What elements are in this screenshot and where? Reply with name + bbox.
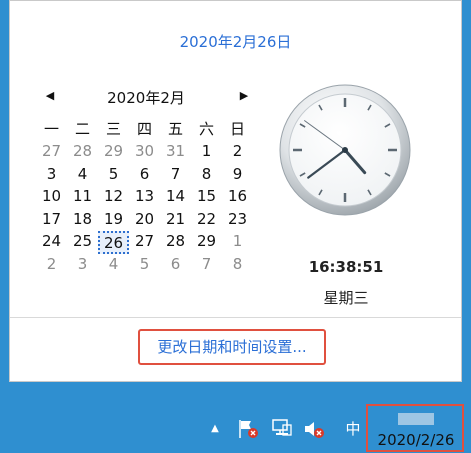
show-hidden-icons-icon[interactable]: ▲ bbox=[208, 423, 222, 435]
calendar-day[interactable]: 7 bbox=[191, 254, 222, 277]
calendar-day[interactable]: 25 bbox=[67, 231, 98, 254]
calendar-day[interactable]: 23 bbox=[222, 209, 253, 232]
calendar-day[interactable]: 18 bbox=[67, 209, 98, 232]
analog-clock bbox=[279, 84, 411, 216]
action-center-flag-icon[interactable] bbox=[236, 417, 260, 441]
calendar-day[interactable]: 27 bbox=[36, 141, 67, 164]
full-date-link[interactable]: 2020年2月26日 bbox=[10, 31, 461, 52]
window-frame-right bbox=[462, 0, 471, 402]
calendar-day[interactable]: 14 bbox=[160, 186, 191, 209]
calendar-day[interactable]: 7 bbox=[160, 164, 191, 187]
calendar-day-grid: 27 28 29 30 31 1 2 3 4 5 6 7 8 9 10 11 12 13 14 15 16 17 18 19 2… bbox=[36, 141, 256, 276]
date-time-popup: 2020年2月26日 ◀ 2020年2月 ▶ 一 二 三 四 五 六 日 27 2… bbox=[9, 0, 462, 382]
calendar-day[interactable]: 13 bbox=[129, 186, 160, 209]
calendar-day[interactable]: 5 bbox=[98, 164, 129, 187]
taskbar-clock[interactable]: 2020/2/26 bbox=[366, 404, 464, 452]
calendar-day[interactable]: 24 bbox=[36, 231, 67, 254]
volume-muted-icon[interactable] bbox=[302, 417, 326, 441]
weekday-label: 日 bbox=[229, 120, 245, 138]
month-title[interactable]: 2020年2月 bbox=[76, 87, 216, 108]
weekday-header: 一 二 三 四 五 六 日 bbox=[36, 118, 256, 139]
calendar-day[interactable]: 17 bbox=[36, 209, 67, 232]
calendar-day[interactable]: 9 bbox=[222, 164, 253, 187]
calendar-day[interactable]: 30 bbox=[129, 141, 160, 164]
weekday-label: 六 bbox=[198, 120, 214, 138]
weekday-label: 五 bbox=[167, 120, 183, 138]
calendar-day[interactable]: 27 bbox=[129, 231, 160, 254]
calendar-day[interactable]: 8 bbox=[222, 254, 253, 277]
calendar-day[interactable]: 29 bbox=[191, 231, 222, 254]
calendar-day[interactable]: 2 bbox=[222, 141, 253, 164]
taskbar: ▲ 中 2020/2/26 bbox=[0, 402, 471, 453]
calendar-day[interactable]: 19 bbox=[98, 209, 129, 232]
weekday-label: 一 bbox=[43, 120, 59, 138]
calendar-day[interactable]: 4 bbox=[67, 164, 98, 187]
taskbar-date: 2020/2/26 bbox=[377, 431, 455, 449]
calendar-day[interactable]: 28 bbox=[67, 141, 98, 164]
digital-time: 16:38:51 bbox=[308, 258, 384, 276]
calendar-day[interactable]: 3 bbox=[67, 254, 98, 277]
calendar-day[interactable]: 20 bbox=[129, 209, 160, 232]
calendar-day[interactable]: 31 bbox=[160, 141, 191, 164]
calendar-day[interactable]: 1 bbox=[191, 141, 222, 164]
calendar-day[interactable]: 12 bbox=[98, 186, 129, 209]
calendar-day[interactable]: 6 bbox=[129, 164, 160, 187]
calendar-day[interactable]: 4 bbox=[98, 254, 129, 277]
popup-divider bbox=[10, 317, 461, 318]
next-month-icon[interactable]: ▶ bbox=[236, 87, 252, 105]
calendar-day[interactable]: 6 bbox=[160, 254, 191, 277]
calendar-day[interactable]: 11 bbox=[67, 186, 98, 209]
calendar-day[interactable]: 2 bbox=[36, 254, 67, 277]
calendar-day[interactable]: 28 bbox=[160, 231, 191, 254]
calendar-day[interactable]: 5 bbox=[129, 254, 160, 277]
calendar: ◀ 2020年2月 ▶ 一 二 三 四 五 六 日 27 28 29 30 31 1 2 3 4… bbox=[36, 87, 256, 276]
weekday-label: 四 bbox=[136, 120, 152, 138]
calendar-day[interactable]: 29 bbox=[98, 141, 129, 164]
calendar-day[interactable]: 16 bbox=[222, 186, 253, 209]
weekday-label: 三 bbox=[105, 120, 121, 138]
previous-month-icon[interactable]: ◀ bbox=[42, 87, 58, 105]
calendar-day[interactable]: 15 bbox=[191, 186, 222, 209]
blurred-time bbox=[398, 413, 434, 425]
calendar-nav: ◀ 2020年2月 ▶ bbox=[36, 87, 256, 111]
calendar-day[interactable]: 1 bbox=[222, 231, 253, 254]
calendar-day[interactable]: 3 bbox=[36, 164, 67, 187]
weekday-text: 星期三 bbox=[323, 289, 369, 307]
calendar-day[interactable]: 21 bbox=[160, 209, 191, 232]
network-icon[interactable] bbox=[270, 417, 294, 441]
calendar-day-today[interactable]: 26 bbox=[98, 231, 129, 254]
calendar-day[interactable]: 10 bbox=[36, 186, 67, 209]
calendar-day[interactable]: 22 bbox=[191, 209, 222, 232]
calendar-day[interactable]: 8 bbox=[191, 164, 222, 187]
input-method-indicator[interactable]: 中 bbox=[343, 418, 363, 440]
weekday-label: 二 bbox=[74, 120, 90, 138]
window-frame-left bbox=[0, 0, 9, 402]
change-date-time-settings-link[interactable]: 更改日期和时间设置... bbox=[138, 329, 326, 365]
